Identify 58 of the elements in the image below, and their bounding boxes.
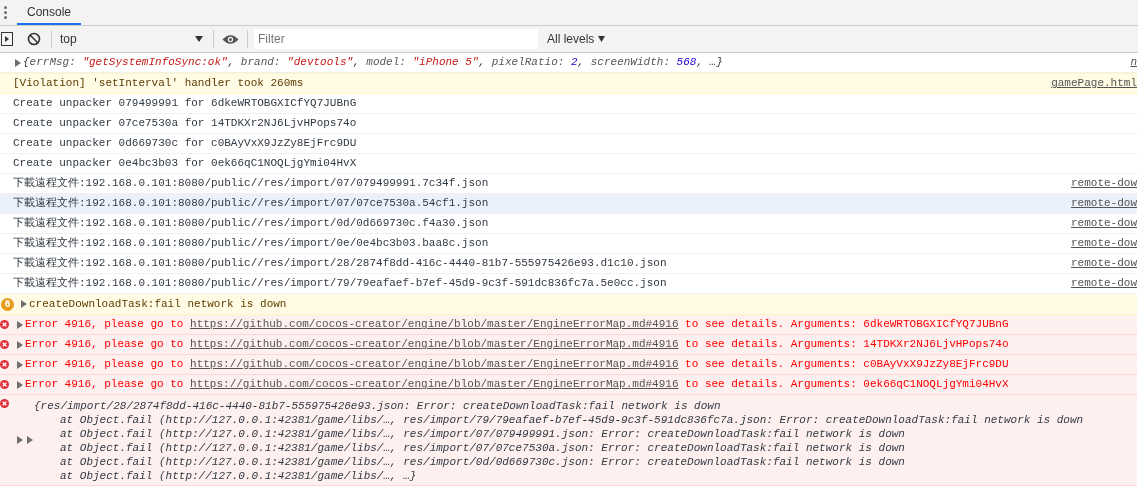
expand-triangle-icon[interactable] bbox=[20, 300, 27, 308]
stack-frame: at Object.fail (http://127.0.0.1:42381/game/libs/…, res/import/07/079499991.json: Error: createDownloadTask:fail network is down bbox=[34, 427, 1084, 441]
log-message: Create unpacker 07ce7530a for 14TDKXr2NJ6LjvHPops74o bbox=[13, 116, 357, 132]
source-link[interactable]: remote-dow bbox=[1055, 175, 1137, 192]
log-message: 下載遠程文件:192.168.0.101:8080/public//res/import/07/079499991.7c34f.json bbox=[13, 176, 489, 192]
stack-frame: at Object.fail (http://127.0.0.1:42381/game/libs/…, res/import/0d/0d669730c.json: Error: createDownloadTask:fail network is down bbox=[34, 455, 1084, 469]
log-message: Create unpacker 079499991 for 6dkeWRTOBGXICfYQ7JUBnG bbox=[13, 96, 357, 112]
error-link[interactable]: https://github.com/cocos-creator/engine/blob/master/EngineErrorMap.md#4916 bbox=[190, 358, 679, 371]
eye-icon[interactable] bbox=[222, 33, 239, 45]
error-icon bbox=[0, 360, 9, 369]
stack-frame: at Object.fail (http://127.0.0.1:42381/game/libs/…, res/import/79/79eafaef-b7ef-45d9-9c3f-591dc836fc7a.json: Error: createDownloadTask:fail network is down bbox=[34, 413, 1084, 427]
caret-icon bbox=[195, 36, 203, 42]
error-icon bbox=[0, 320, 9, 329]
clear-console-icon[interactable] bbox=[27, 32, 41, 46]
log-message: 下載遠程文件:192.168.0.101:8080/public//res/import/07/07ce7530a.54cf1.json bbox=[13, 196, 489, 212]
error-summary[interactable]: {res/import/28/2874f8dd-416c-4440-81b7-555975426e93.json: Error: createDownloadTask:fail network is down bbox=[34, 399, 1084, 413]
object-preview[interactable]: {errMsg: "getSystemInfoSync:ok", brand: "devtools", model: "iPhone 5", pixelRatio: 2, screenWidth: 568, …} bbox=[23, 54, 723, 71]
error-message: Error 4916, please go to https://github.com/cocos-creator/engine/blob/master/EngineErrorMap.md#4916 to see details. Arguments: 6dkeWRTOBGXICfYQ7JUBnG bbox=[25, 317, 1009, 333]
error-icon bbox=[0, 380, 9, 389]
log-levels-dropdown[interactable]: All levels bbox=[547, 30, 606, 48]
sidebar-toggle-icon[interactable] bbox=[1, 32, 13, 46]
expand-triangle-icon[interactable] bbox=[16, 340, 23, 349]
expand-triangle-icon[interactable] bbox=[16, 320, 23, 329]
more-options-icon[interactable] bbox=[4, 6, 7, 19]
expand-triangle-icon[interactable] bbox=[14, 58, 21, 67]
expand-triangle-icon[interactable] bbox=[16, 360, 23, 369]
expand-triangle-icon[interactable] bbox=[16, 436, 23, 444]
log-message: [Violation] 'setInterval' handler took 260ms bbox=[13, 76, 304, 92]
source-link[interactable]: n bbox=[1114, 54, 1137, 71]
error-link[interactable]: https://github.com/cocos-creator/engine/blob/master/EngineErrorMap.md#4916 bbox=[190, 378, 679, 391]
expand-triangle-icon[interactable] bbox=[16, 380, 23, 389]
error-icon bbox=[0, 399, 9, 408]
source-link[interactable]: remote-dow bbox=[1055, 275, 1137, 292]
filter-field[interactable]: Filter bbox=[254, 29, 538, 49]
source-link[interactable]: remote-dow bbox=[1055, 255, 1137, 272]
stack-frame: at Object.fail (http://127.0.0.1:42381/game/libs/…, res/import/07/07ce7530a.json: Error: createDownloadTask:fail network is down bbox=[34, 441, 1084, 455]
context-dropdown[interactable]: top bbox=[60, 30, 203, 48]
log-message: Create unpacker 0d669730c for c0BAyVxX9JzZy8EjFrc9DU bbox=[13, 136, 357, 152]
error-icon bbox=[0, 340, 9, 349]
log-message: Create unpacker 0e4bc3b03 for 0ek66qC1NOQLjgYmi04HvX bbox=[13, 156, 357, 172]
log-message: 下載遠程文件:192.168.0.101:8080/public//res/import/0d/0d669730c.f4a30.json bbox=[13, 216, 489, 232]
source-link[interactable]: remote-dow bbox=[1055, 215, 1137, 232]
error-message: Error 4916, please go to https://github.com/cocos-creator/engine/blob/master/EngineErrorMap.md#4916 to see details. Arguments: 0ek66qC1NOQLjgYmi04HvX bbox=[25, 377, 1009, 393]
log-message: 下載遠程文件:192.168.0.101:8080/public//res/import/28/2874f8dd-416c-4440-81b7-555975426e93.d1c10.json bbox=[13, 256, 667, 272]
error-link[interactable]: https://github.com/cocos-creator/engine/blob/master/EngineErrorMap.md#4916 bbox=[190, 338, 679, 351]
error-message: Error 4916, please go to https://github.com/cocos-creator/engine/blob/master/EngineErrorMap.md#4916 to see details. Arguments: c0BAyVxX9JzZy8EjFrc9DU bbox=[25, 357, 1009, 373]
source-link[interactable]: remote-dow bbox=[1055, 195, 1137, 212]
log-message: 下載遠程文件:192.168.0.101:8080/public//res/import/0e/0e4bc3b03.baa8c.json bbox=[13, 236, 489, 252]
warning-message: createDownloadTask:fail network is down bbox=[29, 296, 287, 312]
caret-icon bbox=[598, 36, 606, 42]
error-link[interactable]: https://github.com/cocos-creator/engine/blob/master/EngineErrorMap.md#4916 bbox=[190, 318, 679, 331]
repeat-count-badge: 6 bbox=[1, 297, 14, 311]
log-message: 下載遠程文件:192.168.0.101:8080/public//res/import/79/79eafaef-b7ef-45d9-9c3f-591dc836fc7a.5e0cc.json bbox=[13, 276, 667, 292]
source-link[interactable]: remote-dow bbox=[1055, 235, 1137, 252]
expand-triangle-icon[interactable] bbox=[26, 436, 33, 444]
source-link[interactable]: gamePage.html bbox=[1035, 75, 1137, 92]
error-message: Error 4916, please go to https://github.com/cocos-creator/engine/blob/master/EngineErrorMap.md#4916 to see details. Arguments: 14TDKXr2NJ6LjvHPops74o bbox=[25, 337, 1009, 353]
stack-frame: at Object.fail (http://127.0.0.1:42381/game/libs/…, …} bbox=[34, 469, 1084, 483]
